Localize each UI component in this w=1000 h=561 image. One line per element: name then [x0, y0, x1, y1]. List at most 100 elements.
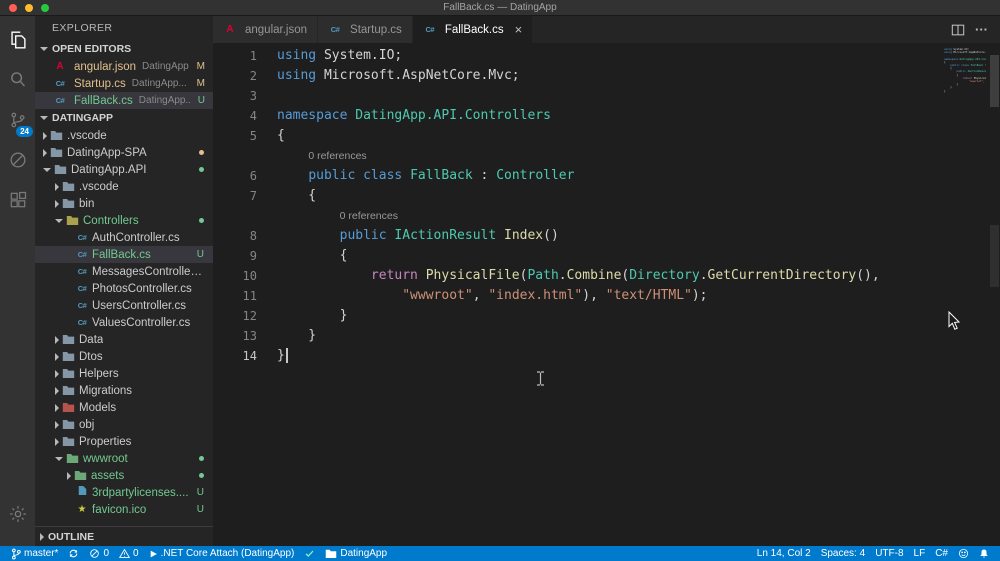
status-0[interactable]: 0	[84, 546, 114, 561]
activity-item-source-control[interactable]: 24	[0, 102, 35, 142]
status-c[interactable]: C#	[930, 546, 953, 561]
tab-fallback-cs[interactable]: C# FallBack.cs ×	[412, 16, 534, 43]
tree-item-favicon-ico[interactable]: ★ favicon.ico U	[35, 501, 213, 518]
code-line[interactable]: 14}	[213, 346, 1000, 366]
tree-item-controllers[interactable]: Controllers	[35, 212, 213, 229]
tree-item-label: Dtos	[79, 350, 103, 363]
tree-item-wwwroot[interactable]: wwwroot	[35, 450, 213, 467]
codelens-row[interactable]: 0 references	[213, 146, 1000, 166]
outline-header[interactable]: OUTLINE	[35, 526, 213, 546]
tree-item-obj[interactable]: obj	[35, 416, 213, 433]
status-ln-14-col-2[interactable]: Ln 14, Col 2	[752, 546, 816, 561]
folder-icon	[62, 436, 75, 447]
tab-label: Startup.cs	[350, 23, 402, 36]
file-tree: .vscode DatingApp-SPA DatingApp.API .vscode…	[35, 127, 213, 518]
activity-item-extensions[interactable]	[0, 182, 35, 222]
tree-item-bin[interactable]: bin	[35, 195, 213, 212]
code-line[interactable]: 11 "wwwroot", "index.html"), "text/HTML"…	[213, 286, 1000, 306]
code-line[interactable]: 7 {	[213, 186, 1000, 206]
scrollbar-thumb[interactable]	[990, 55, 999, 107]
code-line[interactable]: 8 public IActionResult Index()	[213, 226, 1000, 246]
tree-item-label: .vscode	[67, 129, 107, 142]
line-number: 12	[242, 309, 257, 323]
status-smiley[interactable]	[953, 546, 974, 561]
code-line[interactable]: 2 using Microsoft.AspNetCore.Mvc;	[213, 66, 1000, 86]
open-editors-header[interactable]: OPEN EDITORS	[35, 40, 213, 58]
tree-item-label: wwwroot	[83, 452, 128, 465]
tree-item-vscode[interactable]: .vscode	[35, 127, 213, 144]
status-net-core-attach-datingapp[interactable]: .NET Core Attach (DatingApp)	[144, 546, 300, 561]
open-editor-fallback-cs[interactable]: C# FallBack.cs DatingApp... U	[35, 92, 213, 109]
tree-item-userscontroller-cs[interactable]: C# UsersController.cs	[35, 297, 213, 314]
code-line[interactable]: 12 }	[213, 306, 1000, 326]
activity-item-search[interactable]	[0, 62, 35, 102]
status-0[interactable]: 0	[114, 546, 144, 561]
csharp-file-icon: C#	[77, 232, 87, 242]
git-change-dot	[199, 218, 204, 223]
code-line[interactable]: 4 namespace DatingApp.API.Controllers	[213, 106, 1000, 126]
folder-icon	[74, 470, 87, 481]
code-line[interactable]: 9 {	[213, 246, 1000, 266]
tree-item-vscode[interactable]: .vscode	[35, 178, 213, 195]
line-content: public IActionResult Index()	[339, 228, 559, 243]
maximize-window-icon[interactable]	[41, 4, 49, 12]
tree-item-label: assets	[91, 469, 125, 482]
tree-item-data[interactable]: Data	[35, 331, 213, 348]
tree-item-photoscontroller-cs[interactable]: C# PhotosController.cs	[35, 280, 213, 297]
split-editor-icon[interactable]	[951, 23, 965, 37]
editor[interactable]: 1 using System.IO; 2 using Microsoft.AspNet…	[213, 43, 1000, 546]
minimap[interactable]: using System.IO; using Microsoft.AspNetCo…	[924, 48, 986, 93]
tree-item-helpers[interactable]: Helpers	[35, 365, 213, 382]
open-editor-angular-json[interactable]: Aangular.json DatingApp... M	[35, 58, 213, 75]
status-bell[interactable]	[974, 546, 994, 561]
line-number: 6	[249, 169, 257, 183]
tree-item-migrations[interactable]: Migrations	[35, 382, 213, 399]
tree-item-models[interactable]: Models	[35, 399, 213, 416]
more-actions-icon[interactable]: ···	[975, 22, 988, 37]
code-line[interactable]: 6 public class FallBack : Controller	[213, 166, 1000, 186]
git-status-badge: U	[196, 504, 204, 515]
tree-item-messagescontroller-cs[interactable]: C# MessagesController.cs	[35, 263, 213, 280]
status-check[interactable]	[299, 546, 320, 561]
tree-item-authcontroller-cs[interactable]: C# AuthController.cs	[35, 229, 213, 246]
status-utf-8[interactable]: UTF-8	[870, 546, 908, 561]
codelens-row[interactable]: 0 references	[213, 206, 1000, 226]
warning-icon	[119, 548, 131, 559]
code-line[interactable]: 1 using System.IO;	[213, 46, 1000, 66]
status-datingapp[interactable]: DatingApp	[320, 546, 392, 561]
minimize-window-icon[interactable]	[25, 4, 33, 12]
tree-item-datingapp-api[interactable]: DatingApp.API	[35, 161, 213, 178]
code-line[interactable]: 13 }	[213, 326, 1000, 346]
tree-item-dtos[interactable]: Dtos	[35, 348, 213, 365]
folder-icon	[62, 351, 75, 362]
status-lf[interactable]: LF	[909, 546, 931, 561]
tree-item-valuescontroller-cs[interactable]: C# ValuesController.cs	[35, 314, 213, 331]
activity-item-settings[interactable]	[0, 496, 35, 536]
status-spaces-4[interactable]: Spaces: 4	[816, 546, 870, 561]
tab-angular-json[interactable]: Aangular.json	[213, 16, 319, 43]
code-line[interactable]: 3	[213, 86, 1000, 106]
tree-item-3rdpartylicenses[interactable]: 3rdpartylicenses.... U	[35, 484, 213, 501]
line-content: using Microsoft.AspNetCore.Mvc;	[277, 68, 520, 83]
activity-item-explorer[interactable]	[0, 22, 35, 62]
project-section-header[interactable]: DATINGAPP	[35, 109, 213, 127]
tree-item-fallback-cs[interactable]: C# FallBack.cs U	[35, 246, 213, 263]
code-line[interactable]: 10 return PhysicalFile(Path.Combine(Dire…	[213, 266, 1000, 286]
open-editor-startup-cs[interactable]: C# Startup.cs DatingApp... M	[35, 75, 213, 92]
tab-startup-cs[interactable]: C# Startup.cs	[318, 16, 413, 43]
tree-item-properties[interactable]: Properties	[35, 433, 213, 450]
status-sync[interactable]	[63, 546, 84, 561]
window-title: FallBack.cs — DatingApp	[443, 2, 557, 13]
tabs-container: Aangular.json C# Startup.cs C# FallBack.cs ×	[213, 16, 534, 43]
code-line[interactable]: 5{	[213, 126, 1000, 146]
folder-icon	[62, 368, 75, 379]
activity-item-debug[interactable]	[0, 142, 35, 182]
scrollbar-thumb[interactable]	[990, 225, 999, 287]
status-label: 0	[133, 548, 139, 559]
close-icon[interactable]: ×	[515, 23, 523, 36]
status-master[interactable]: master*	[6, 546, 63, 561]
tree-item-datingapp-spa[interactable]: DatingApp-SPA	[35, 144, 213, 161]
close-window-icon[interactable]	[9, 4, 17, 12]
line-number: 1	[249, 49, 257, 63]
tree-item-assets[interactable]: assets	[35, 467, 213, 484]
